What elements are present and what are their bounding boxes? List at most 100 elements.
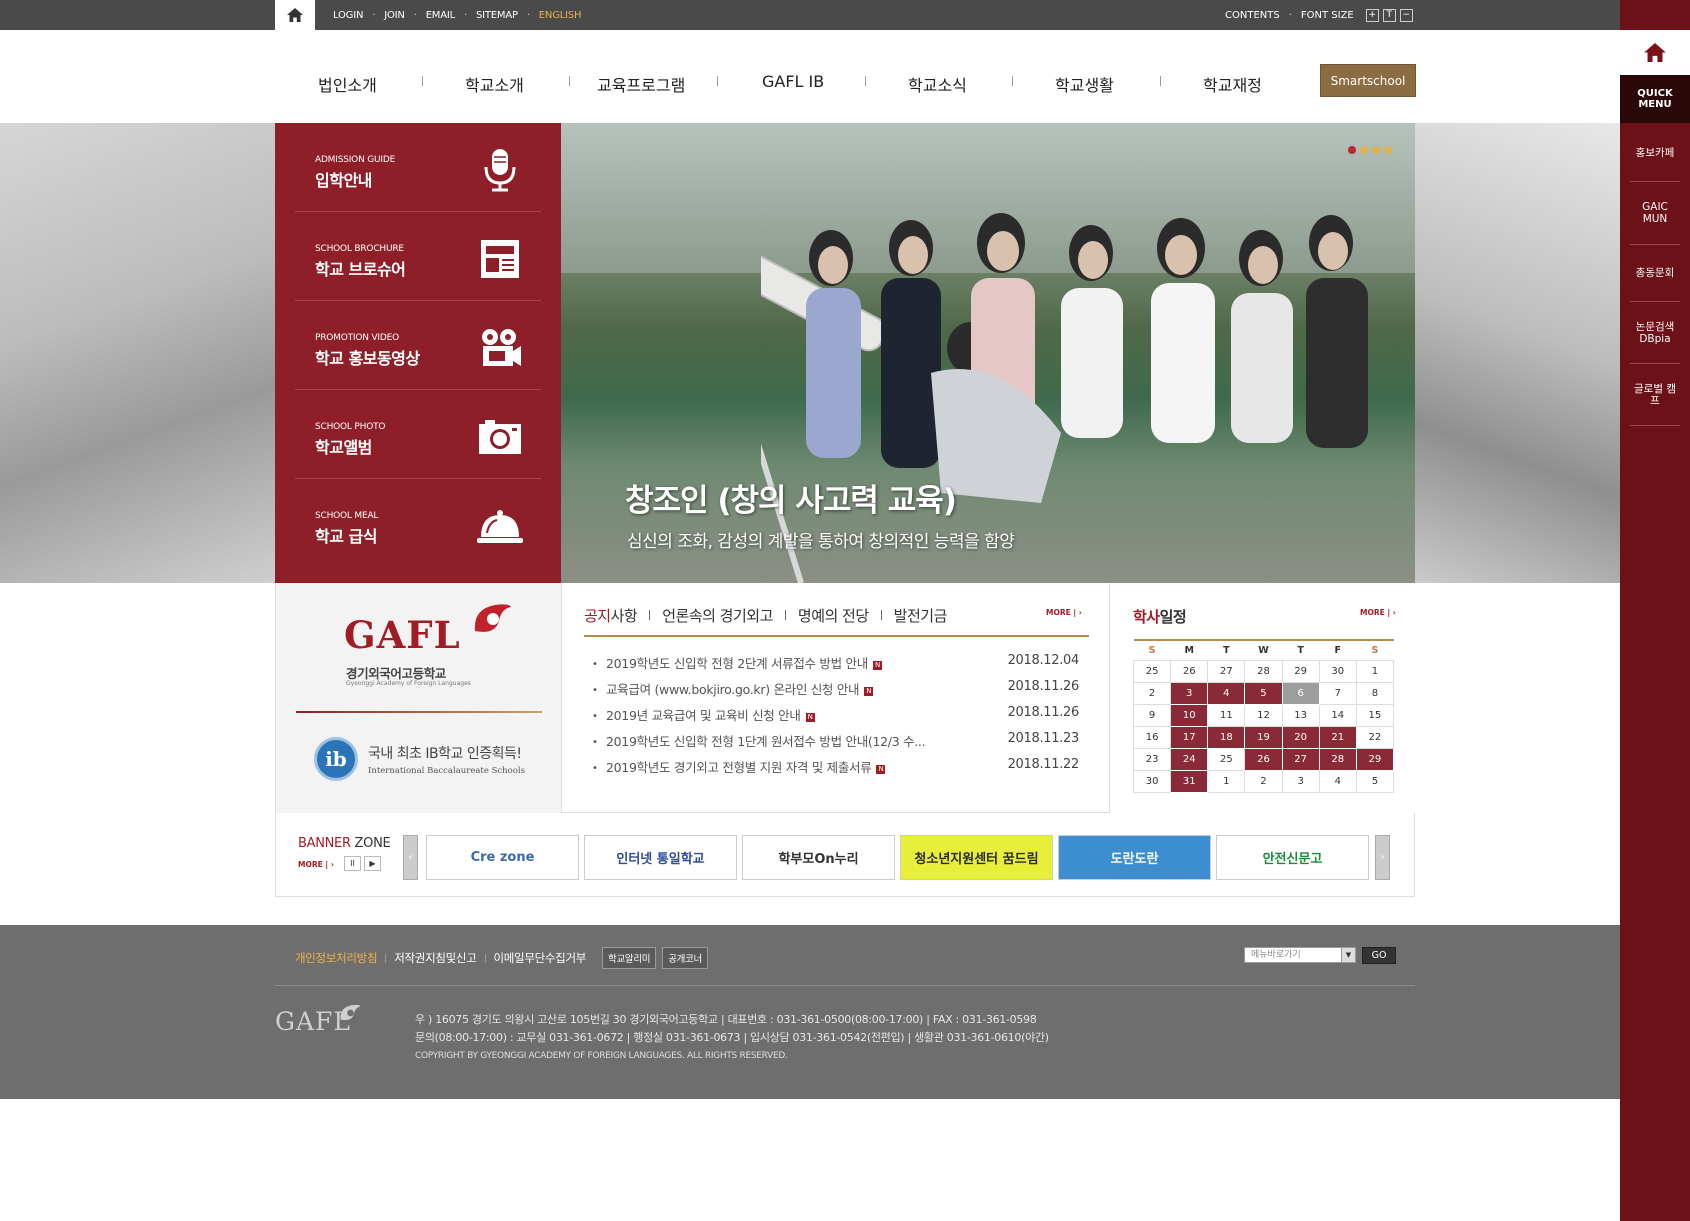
calendar-day[interactable]: 24: [1170, 747, 1209, 771]
quick-item-gaic-mun[interactable]: GAIC MUN: [1630, 182, 1680, 245]
slide-dot-1[interactable]: [1348, 146, 1356, 154]
calendar-day[interactable]: 29: [1355, 747, 1395, 771]
quick-home-button[interactable]: [1620, 30, 1690, 75]
quick-item-dbpia[interactable]: 논문검색 DBpia: [1630, 302, 1680, 364]
calendar-day[interactable]: 30: [1132, 769, 1172, 793]
calendar-day[interactable]: 2: [1132, 681, 1172, 705]
calendar-day[interactable]: 22: [1355, 725, 1395, 749]
tab-press[interactable]: 언론속의 경기외고: [662, 605, 773, 626]
banner-safety-report[interactable]: 안전신문고: [1216, 835, 1369, 880]
nav-foundation[interactable]: 법인소개: [318, 72, 377, 96]
calendar-day[interactable]: 16: [1132, 725, 1172, 749]
banner-dream[interactable]: 청소년지원센터 꿈드림: [900, 835, 1053, 880]
school-meal-link[interactable]: SCHOOL MEAL 학교 급식: [295, 479, 541, 568]
calendar-day[interactable]: 5: [1244, 681, 1283, 705]
calendar-day[interactable]: 12: [1244, 703, 1283, 727]
calendar-day[interactable]: 20: [1281, 725, 1320, 749]
calendar-day[interactable]: 29: [1281, 659, 1320, 683]
calendar-day[interactable]: 6: [1281, 681, 1320, 705]
school-info-button[interactable]: 학교알리미: [602, 947, 657, 969]
calendar-day[interactable]: 17: [1170, 725, 1209, 749]
calendar-day[interactable]: 25: [1207, 747, 1246, 771]
nav-finance[interactable]: 학교재정: [1203, 72, 1262, 96]
calendar-day[interactable]: 28: [1244, 659, 1283, 683]
font-decrease-button[interactable]: −: [1399, 8, 1413, 22]
calendar-day[interactable]: 9: [1132, 703, 1172, 727]
notice-item[interactable]: • 교육급여 (www.bokjiro.go.kr) 온라인 신청 안내 N 2018…: [584, 679, 1089, 705]
email-refusal-link[interactable]: 이메일무단수집거부: [494, 950, 587, 966]
login-link[interactable]: LOGIN: [333, 10, 363, 21]
banner-pause-button[interactable]: II: [344, 856, 361, 871]
banner-parent-onnuri[interactable]: 학부모On누리: [742, 835, 895, 880]
banner-doran[interactable]: 도란도란: [1058, 835, 1211, 880]
quick-item-promo-cafe[interactable]: 홍보카페: [1630, 124, 1680, 182]
banner-play-button[interactable]: ▶: [364, 856, 381, 871]
quick-item-alumni[interactable]: 총동문회: [1630, 245, 1680, 302]
tab-notice[interactable]: 공지사항: [584, 605, 638, 626]
calendar-day[interactable]: 21: [1318, 725, 1357, 749]
calendar-day[interactable]: 3: [1170, 681, 1209, 705]
calendar-day[interactable]: 2: [1244, 769, 1283, 793]
copyright-policy-link[interactable]: 저작권지침및신고: [394, 950, 477, 966]
calendar-day[interactable]: 14: [1318, 703, 1357, 727]
gafl-logo[interactable]: GAFL: [344, 613, 461, 657]
calendar-day[interactable]: 4: [1207, 681, 1246, 705]
public-corner-button[interactable]: 공개코너: [662, 947, 708, 969]
font-reset-button[interactable]: T: [1382, 8, 1396, 22]
tab-fund[interactable]: 발전기금: [894, 605, 948, 626]
slide-dot-3[interactable]: [1372, 146, 1380, 154]
nav-gafl-ib[interactable]: GAFL IB: [762, 72, 824, 91]
english-link[interactable]: ENGLISH: [539, 10, 582, 21]
school-brochure-link[interactable]: SCHOOL BROCHURE 학교 브로슈어: [295, 212, 541, 301]
calendar-day[interactable]: 25: [1132, 659, 1172, 683]
banner-prev-button[interactable]: ‹: [403, 835, 418, 880]
home-button[interactable]: [275, 0, 315, 30]
calendar-day[interactable]: 26: [1244, 747, 1283, 771]
join-link[interactable]: JOIN: [384, 10, 405, 21]
banner-next-button[interactable]: ›: [1375, 835, 1390, 880]
ib-certification-title[interactable]: 국내 최초 IB학교 인증획득!: [368, 743, 522, 763]
calendar-day[interactable]: 8: [1355, 681, 1395, 705]
font-increase-button[interactable]: +: [1365, 8, 1379, 22]
calendar-day[interactable]: 11: [1207, 703, 1246, 727]
notice-item[interactable]: • 2019학년도 신입학 전형 1단계 원서접수 방법 안내(12/3 수...…: [584, 731, 1089, 757]
notice-item[interactable]: • 2019학년도 신입학 전형 2단계 서류접수 방법 안내 N 2018.12.0…: [584, 653, 1089, 679]
calendar-day[interactable]: 10: [1170, 703, 1209, 727]
calendar-day[interactable]: 3: [1281, 769, 1320, 793]
slide-dot-2[interactable]: [1360, 146, 1368, 154]
nav-news[interactable]: 학교소식: [908, 72, 967, 96]
privacy-policy-link[interactable]: 개인정보처리방침: [295, 950, 378, 966]
calendar-more-link[interactable]: MORE | ›: [1360, 608, 1396, 617]
calendar-day[interactable]: 28: [1318, 747, 1357, 771]
promotion-video-link[interactable]: PROMOTION VIDEO 학교 홍보동영상: [295, 301, 541, 390]
calendar-day[interactable]: 23: [1132, 747, 1172, 771]
banner-crezone[interactable]: Cre zone: [426, 835, 579, 880]
admission-guide-link[interactable]: ADMISSION GUIDE 입학안내: [295, 123, 541, 212]
notice-item[interactable]: • 2019학년도 경기외고 전형별 지원 자격 및 제출서류 N 2018.11.2…: [584, 757, 1089, 783]
calendar-day[interactable]: 1: [1207, 769, 1246, 793]
calendar-day[interactable]: 19: [1244, 725, 1283, 749]
menu-shortcut-select[interactable]: 메뉴바로가기 ▼: [1244, 947, 1356, 963]
calendar-day[interactable]: 13: [1281, 703, 1320, 727]
calendar-day[interactable]: 27: [1281, 747, 1320, 771]
smartschool-button[interactable]: Smartschool: [1320, 64, 1416, 97]
go-button[interactable]: GO: [1362, 947, 1396, 964]
calendar-day[interactable]: 1: [1355, 659, 1395, 683]
nav-school-intro[interactable]: 학교소개: [465, 72, 524, 96]
tab-hall-of-fame[interactable]: 명예의 전당: [798, 605, 869, 626]
calendar-day[interactable]: 15: [1355, 703, 1395, 727]
nav-programs[interactable]: 교육프로그램: [597, 72, 685, 96]
calendar-day[interactable]: 31: [1170, 769, 1209, 793]
sitemap-link[interactable]: SITEMAP: [476, 10, 518, 21]
calendar-day[interactable]: 4: [1318, 769, 1357, 793]
calendar-day[interactable]: 7: [1318, 681, 1357, 705]
calendar-day[interactable]: 5: [1355, 769, 1395, 793]
banner-more-link[interactable]: MORE | ›: [298, 860, 334, 869]
school-photo-link[interactable]: SCHOOL PHOTO 학교앨범: [295, 390, 541, 479]
calendar-day[interactable]: 26: [1170, 659, 1209, 683]
nav-school-life[interactable]: 학교생활: [1055, 72, 1114, 96]
slide-dot-4[interactable]: [1384, 146, 1392, 154]
notice-item[interactable]: • 2019년 교육급여 및 교육비 신청 안내 N 2018.11.26: [584, 705, 1089, 731]
email-link[interactable]: EMAIL: [426, 10, 456, 21]
quick-item-global-camp[interactable]: 글로벌 캠프: [1630, 364, 1680, 426]
